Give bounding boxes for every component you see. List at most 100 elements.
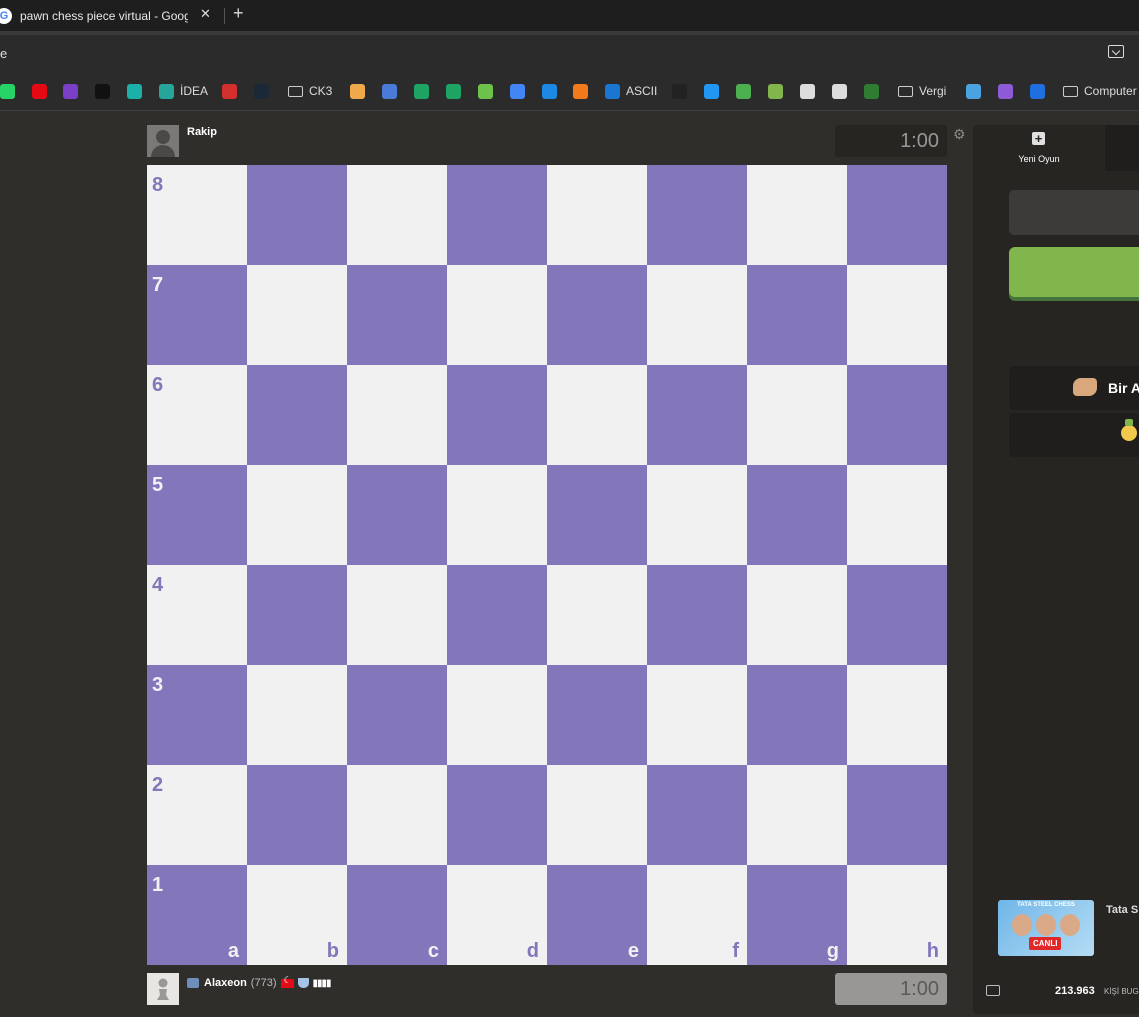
- square-h4[interactable]: [847, 565, 947, 665]
- square-g7[interactable]: [747, 265, 847, 365]
- square-b2[interactable]: [247, 765, 347, 865]
- gear-icon[interactable]: ⚙: [953, 126, 966, 143]
- square-e4[interactable]: [547, 565, 647, 665]
- square-h7[interactable]: [847, 265, 947, 365]
- square-b6[interactable]: [247, 365, 347, 465]
- bookmark-item[interactable]: CK3: [288, 82, 332, 100]
- square-f3[interactable]: [647, 665, 747, 765]
- chess-board[interactable]: 87654321abcdefgh: [147, 165, 947, 965]
- bookmark-item[interactable]: [382, 82, 397, 100]
- bookmark-item[interactable]: [478, 82, 493, 100]
- time-control-dropdown[interactable]: [1009, 190, 1139, 235]
- square-d5[interactable]: [447, 465, 547, 565]
- square-b7[interactable]: [247, 265, 347, 365]
- square-f5[interactable]: [647, 465, 747, 565]
- bookmark-item[interactable]: [127, 82, 142, 100]
- square-f2[interactable]: [647, 765, 747, 865]
- square-c6[interactable]: [347, 365, 447, 465]
- tab-games[interactable]: [1105, 125, 1139, 171]
- square-d6[interactable]: [447, 365, 547, 465]
- bookmark-item[interactable]: [1030, 82, 1045, 100]
- square-e3[interactable]: [547, 665, 647, 765]
- chat-icon[interactable]: [986, 985, 1000, 996]
- bookmark-item[interactable]: ASCII: [605, 82, 657, 100]
- bookmark-item[interactable]: [510, 82, 525, 100]
- square-d1[interactable]: d: [447, 865, 547, 965]
- bookmark-item[interactable]: Computer: [1063, 82, 1137, 100]
- square-d2[interactable]: [447, 765, 547, 865]
- square-h5[interactable]: [847, 465, 947, 565]
- square-a8[interactable]: 8: [147, 165, 247, 265]
- square-a7[interactable]: 7: [147, 265, 247, 365]
- bookmark-item[interactable]: [350, 82, 365, 100]
- new-tab-button[interactable]: +: [233, 3, 244, 24]
- promo-title[interactable]: Tata S: [1106, 904, 1138, 916]
- bookmark-item[interactable]: [998, 82, 1013, 100]
- square-a4[interactable]: 4: [147, 565, 247, 665]
- tab-new-game[interactable]: + Yeni Oyun: [973, 125, 1105, 171]
- square-a2[interactable]: 2: [147, 765, 247, 865]
- square-h1[interactable]: h: [847, 865, 947, 965]
- square-g2[interactable]: [747, 765, 847, 865]
- square-f1[interactable]: f: [647, 865, 747, 965]
- square-g8[interactable]: [747, 165, 847, 265]
- bookmark-item[interactable]: [254, 82, 269, 100]
- bookmark-item[interactable]: [573, 82, 588, 100]
- square-b4[interactable]: [247, 565, 347, 665]
- browser-tab[interactable]: G pawn chess piece virtual - Goog ✕: [0, 0, 222, 31]
- square-f8[interactable]: [647, 165, 747, 265]
- square-c5[interactable]: [347, 465, 447, 565]
- square-e5[interactable]: [547, 465, 647, 565]
- bookmark-item[interactable]: [736, 82, 751, 100]
- square-a5[interactable]: 5: [147, 465, 247, 565]
- square-e8[interactable]: [547, 165, 647, 265]
- square-b8[interactable]: [247, 165, 347, 265]
- play-button[interactable]: [1009, 247, 1139, 297]
- square-b5[interactable]: [247, 465, 347, 565]
- player-avatar[interactable]: [147, 973, 179, 1005]
- bookmark-item[interactable]: [446, 82, 461, 100]
- square-h6[interactable]: [847, 365, 947, 465]
- square-b3[interactable]: [247, 665, 347, 765]
- square-e6[interactable]: [547, 365, 647, 465]
- square-c7[interactable]: [347, 265, 447, 365]
- square-f6[interactable]: [647, 365, 747, 465]
- square-e1[interactable]: e: [547, 865, 647, 965]
- square-f7[interactable]: [647, 265, 747, 365]
- square-c8[interactable]: [347, 165, 447, 265]
- play-a-friend-row[interactable]: Bir A: [1009, 366, 1139, 410]
- square-d7[interactable]: [447, 265, 547, 365]
- square-g4[interactable]: [747, 565, 847, 665]
- square-a3[interactable]: 3: [147, 665, 247, 765]
- install-app-icon[interactable]: [1108, 45, 1124, 58]
- bookmark-item[interactable]: [832, 82, 847, 100]
- square-h2[interactable]: [847, 765, 947, 865]
- square-a1[interactable]: 1a: [147, 865, 247, 965]
- promo-thumbnail[interactable]: TATA STEEL CHESS CANLI: [998, 900, 1094, 956]
- square-h8[interactable]: [847, 165, 947, 265]
- bookmark-item[interactable]: [63, 82, 78, 100]
- bookmark-item[interactable]: [0, 82, 15, 100]
- square-b1[interactable]: b: [247, 865, 347, 965]
- bookmark-item[interactable]: [414, 82, 429, 100]
- square-g5[interactable]: [747, 465, 847, 565]
- square-a6[interactable]: 6: [147, 365, 247, 465]
- bookmark-item[interactable]: [32, 82, 47, 100]
- close-tab-icon[interactable]: ✕: [200, 6, 211, 22]
- square-h3[interactable]: [847, 665, 947, 765]
- opponent-avatar[interactable]: [147, 125, 179, 157]
- address-bar[interactable]: e: [0, 46, 7, 61]
- square-g6[interactable]: [747, 365, 847, 465]
- bookmark-item[interactable]: [672, 82, 687, 100]
- square-e2[interactable]: [547, 765, 647, 865]
- bookmark-item[interactable]: [768, 82, 783, 100]
- bookmark-item[interactable]: Vergi: [898, 82, 946, 100]
- square-c2[interactable]: [347, 765, 447, 865]
- bookmark-item[interactable]: İDEA: [159, 82, 208, 100]
- square-f4[interactable]: [647, 565, 747, 665]
- square-c1[interactable]: c: [347, 865, 447, 965]
- bookmark-item[interactable]: [95, 82, 110, 100]
- tournaments-row[interactable]: [1009, 413, 1139, 457]
- bookmark-item[interactable]: [800, 82, 815, 100]
- player-name[interactable]: Alaxeon: [204, 977, 247, 989]
